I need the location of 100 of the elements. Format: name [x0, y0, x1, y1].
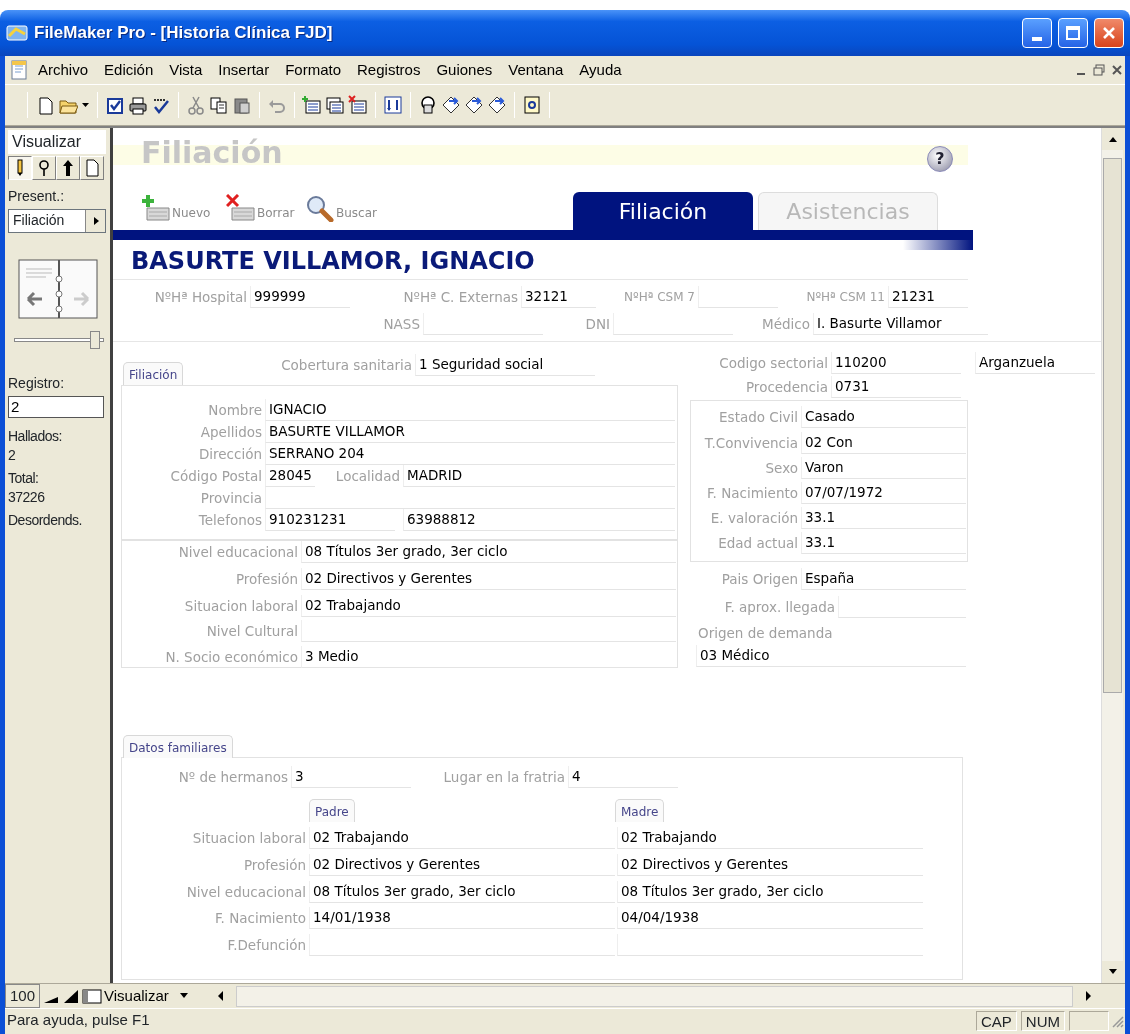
- restore-icon[interactable]: [1091, 62, 1107, 78]
- printer-icon[interactable]: [128, 95, 148, 115]
- menu-item[interactable]: Archivo: [31, 56, 96, 84]
- input-field[interactable]: SERRANO 204: [265, 443, 675, 465]
- zoom-in-icon[interactable]: [62, 987, 81, 1005]
- field-label: Dirección: [198, 445, 262, 464]
- input-field[interactable]: 3: [291, 766, 411, 788]
- diamond-arrow-icon[interactable]: [464, 95, 484, 115]
- input-field[interactable]: [698, 286, 778, 308]
- input-field[interactable]: 02 Directivos y Gerentes: [617, 854, 923, 876]
- input-field[interactable]: 02 Directivos y Gerentes: [301, 568, 676, 590]
- input-field[interactable]: 02 Con: [801, 432, 966, 454]
- diamond-arrow-icon[interactable]: [441, 95, 461, 115]
- input-field[interactable]: 32121: [521, 286, 596, 308]
- input-field[interactable]: 02 Trabajando: [617, 827, 923, 849]
- field-label: Cobertura sanitaria: [281, 356, 412, 375]
- input-field[interactable]: España: [801, 568, 966, 590]
- input-field[interactable]: [301, 620, 676, 642]
- copy-icon[interactable]: [209, 95, 229, 115]
- input-field[interactable]: 08 Títulos 3er grado, 3er ciclo: [301, 541, 676, 563]
- input-field[interactable]: [423, 313, 543, 335]
- input-field[interactable]: 04/04/1938: [617, 907, 923, 929]
- input-field[interactable]: [617, 934, 923, 956]
- tab[interactable]: Filiación: [573, 192, 753, 230]
- input-field[interactable]: Arganzuela: [975, 352, 1095, 374]
- input-field[interactable]: 0731: [831, 376, 961, 398]
- input-field[interactable]: 08 Títulos 3er grado, 3er ciclo: [309, 881, 615, 903]
- section-tab[interactable]: Datos familiares: [123, 735, 233, 758]
- down-arrow-button[interactable]: [1102, 961, 1123, 983]
- layout-menu[interactable]: Filiación: [8, 209, 106, 233]
- input-field[interactable]: IGNACIO: [265, 399, 675, 421]
- page-icon: [83, 158, 101, 178]
- action-button[interactable]: Borrar: [226, 194, 295, 222]
- field-label: NºHª CSM 7: [624, 289, 695, 306]
- input-field[interactable]: BASURTE VILLAMOR: [265, 421, 675, 443]
- input-field[interactable]: 110200: [831, 352, 961, 374]
- record-delete-icon[interactable]: [348, 95, 368, 115]
- diamond-arrow-icon[interactable]: [487, 95, 507, 115]
- input-field[interactable]: 1 Seguridad social: [415, 354, 595, 376]
- menu-item[interactable]: Vista: [162, 56, 210, 84]
- input-field[interactable]: 08 Títulos 3er grado, 3er ciclo: [617, 881, 923, 903]
- menu-item[interactable]: Guiones: [429, 56, 500, 84]
- input-field[interactable]: Varon: [801, 457, 966, 479]
- action-button[interactable]: Buscar: [305, 194, 377, 222]
- input-field[interactable]: 02 Directivos y Gerentes: [309, 854, 615, 876]
- sort-status: Desordends.: [8, 512, 83, 529]
- input-field[interactable]: 07/07/1972: [801, 482, 966, 504]
- input-field[interactable]: 21231: [888, 286, 968, 308]
- input-field[interactable]: MADRID: [403, 465, 675, 487]
- record-new-icon[interactable]: [302, 95, 322, 115]
- mode-menu[interactable]: Visualizar: [104, 984, 215, 1008]
- input-field[interactable]: 14/01/1938: [309, 907, 615, 929]
- right-arrow-icon[interactable]: [1083, 990, 1093, 1002]
- input-field[interactable]: [838, 596, 966, 618]
- found-count: 2: [8, 447, 17, 464]
- action-button[interactable]: Nuevo: [141, 194, 211, 222]
- slider-thumb[interactable]: [89, 331, 100, 349]
- menu-item[interactable]: Registros: [350, 56, 428, 84]
- input-field[interactable]: 3 Medio: [301, 646, 676, 668]
- input-field[interactable]: 03 Médico: [696, 645, 966, 667]
- paste-icon[interactable]: [232, 95, 252, 115]
- input-field[interactable]: I. Basurte Villamor: [813, 313, 988, 335]
- checkbox-icon[interactable]: [105, 95, 125, 115]
- status-panel: [1069, 1010, 1109, 1031]
- scroll-thumb[interactable]: [1103, 158, 1122, 693]
- input-field[interactable]: 28045: [265, 465, 315, 487]
- field-label: Estado Civil: [719, 408, 798, 427]
- input-field[interactable]: [613, 313, 733, 335]
- input-field[interactable]: 02 Trabajando: [309, 827, 615, 849]
- sort-icon[interactable]: [383, 95, 403, 115]
- book-icon[interactable]: [18, 259, 98, 319]
- menu-item[interactable]: Ayuda: [572, 56, 629, 84]
- input-field[interactable]: 63988812: [403, 509, 675, 531]
- input-field[interactable]: 999999: [250, 286, 350, 308]
- record-field[interactable]: 2: [8, 396, 104, 418]
- menu-item[interactable]: Formato: [278, 56, 349, 84]
- input-field[interactable]: 02 Trabajando: [301, 595, 676, 617]
- input-field[interactable]: Casado: [801, 406, 966, 428]
- maximize-button[interactable]: [1058, 18, 1088, 48]
- record-copy-icon[interactable]: [325, 95, 345, 115]
- field-label: Provincia: [200, 489, 262, 508]
- field-label: F. aprox. llegada: [724, 598, 835, 617]
- input-field[interactable]: 33.1: [801, 507, 966, 529]
- input-field[interactable]: [309, 934, 615, 956]
- menu-item[interactable]: Ventana: [501, 56, 571, 84]
- status-area-icon[interactable]: [82, 987, 103, 1005]
- help-icon[interactable]: [522, 95, 542, 115]
- close-button[interactable]: [1094, 18, 1124, 48]
- input-field[interactable]: [265, 487, 675, 509]
- field-label: Localidad: [335, 467, 400, 486]
- up-arrow-button[interactable]: [1102, 128, 1123, 150]
- field-label: Lugar en la fratria: [443, 768, 565, 787]
- section-tab[interactable]: Filiación: [123, 362, 184, 385]
- zoom-level[interactable]: 100: [5, 983, 41, 1009]
- input-field[interactable]: 4: [568, 766, 678, 788]
- input-field[interactable]: 910231231: [265, 509, 395, 531]
- menu-item[interactable]: Insertar: [211, 56, 277, 84]
- minimize-button[interactable]: [1022, 18, 1052, 48]
- input-field[interactable]: 33.1: [801, 532, 966, 554]
- menu-item[interactable]: Edición: [97, 56, 161, 84]
